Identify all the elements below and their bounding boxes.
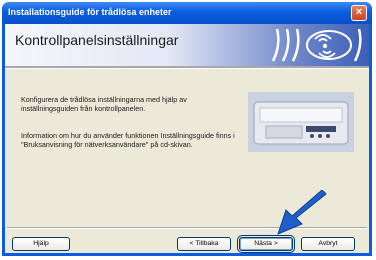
pointer-arrow-icon [277,190,327,235]
instruction-text: Konfigurera de trådlösa inställningarna … [21,95,187,114]
next-button[interactable]: Nästa > [237,235,295,253]
back-button[interactable]: < Tillbaka [177,237,231,251]
help-button[interactable]: Hjälp [12,237,70,251]
info-text: Information om hur du använder funktione… [21,131,235,150]
header-divider [5,66,369,69]
close-button[interactable]: × [351,5,367,21]
header-banner: Kontrollpanelsinställningar [5,24,369,66]
page-heading: Kontrollpanelsinställningar [15,32,179,48]
cancel-button[interactable]: Avbryt [301,237,355,251]
wireless-waves-icon [271,28,362,62]
printer-control-panel-icon [248,92,354,152]
window-title: Installationsguide för trådlösa enheter [8,7,172,17]
title-bar[interactable]: Installationsguide för trådlösa enheter … [2,2,372,24]
